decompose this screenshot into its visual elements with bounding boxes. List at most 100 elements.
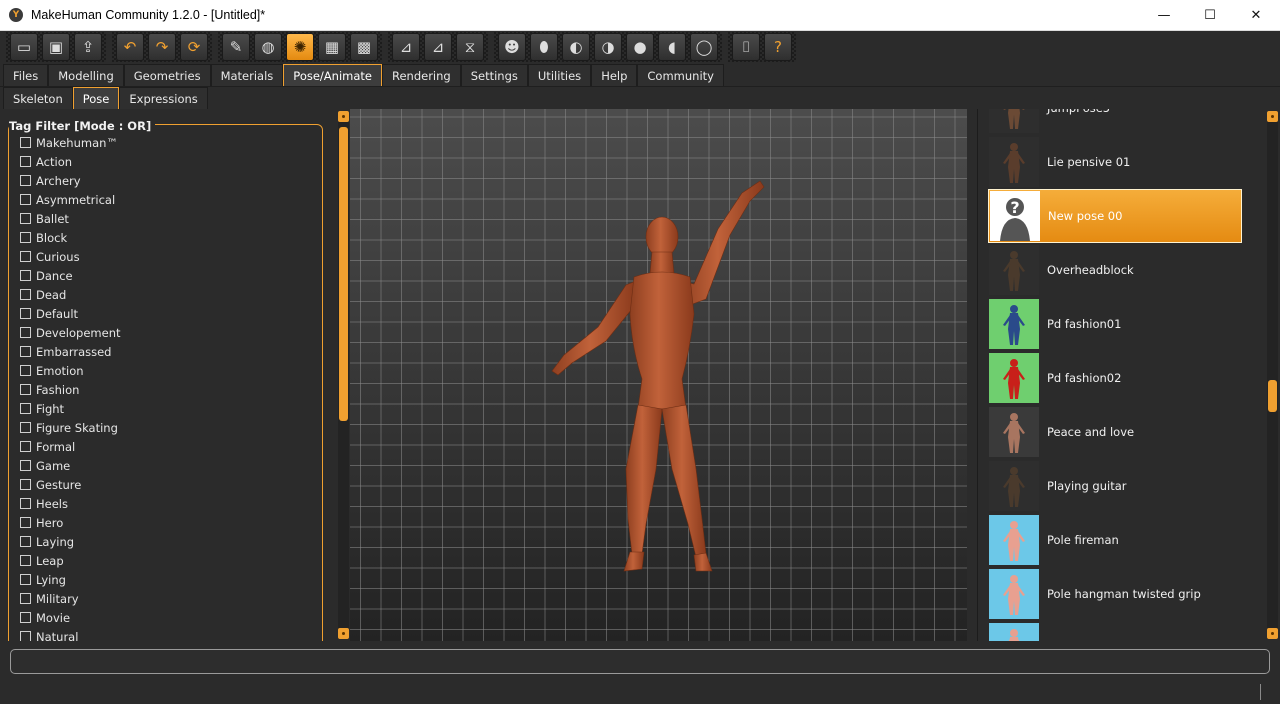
tag-checkbox-item[interactable]: Archery — [20, 171, 121, 190]
tag-checkbox-item[interactable]: Laying — [20, 532, 121, 551]
maximize-button[interactable]: ☐ — [1187, 0, 1233, 31]
tag-checkbox-item[interactable]: Leap — [20, 551, 121, 570]
wireframe-icon[interactable]: ◍ — [254, 33, 282, 61]
tab-utilities[interactable]: Utilities — [527, 64, 592, 86]
pose-item[interactable]: Pd fashion02 — [988, 351, 1242, 405]
scroll-down-arrow[interactable] — [338, 628, 349, 639]
tag-checkbox-item[interactable]: Ballet — [20, 209, 121, 228]
tag-checkbox-item[interactable]: Gesture — [20, 475, 121, 494]
left-view-icon[interactable]: ◐ — [562, 33, 590, 61]
tag-checkbox-item[interactable]: Developement — [20, 323, 121, 342]
checkbox[interactable] — [20, 403, 31, 414]
symmetry-left-icon[interactable]: ⊿ — [424, 33, 452, 61]
pose-item[interactable]: Peace and love — [988, 405, 1242, 459]
tab-modelling[interactable]: Modelling — [48, 64, 124, 86]
checkbox[interactable] — [20, 612, 31, 623]
checkbox[interactable] — [20, 213, 31, 224]
checkbox[interactable] — [20, 346, 31, 357]
symmetry-icon[interactable]: ⧖ — [456, 33, 484, 61]
tag-checkbox-item[interactable]: Formal — [20, 437, 121, 456]
tab-geometries[interactable]: Geometries — [123, 64, 211, 86]
checkbox[interactable] — [20, 270, 31, 281]
tag-checkbox-item[interactable]: Heels — [20, 494, 121, 513]
pose-item[interactable]: JumpPose5 — [988, 109, 1242, 135]
new-icon[interactable]: ▭ — [10, 33, 38, 61]
checkbox[interactable] — [20, 327, 31, 338]
tab-settings[interactable]: Settings — [460, 64, 528, 86]
checkbox[interactable] — [20, 574, 31, 585]
bottom-view-icon[interactable]: ◖ — [658, 33, 686, 61]
tag-checkbox-item[interactable]: Emotion — [20, 361, 121, 380]
background-icon[interactable]: ▩ — [350, 33, 378, 61]
right-scrollbar[interactable] — [1267, 111, 1278, 639]
top-view-icon[interactable]: ● — [626, 33, 654, 61]
checkbox[interactable] — [20, 156, 31, 167]
save-icon[interactable]: ▣ — [42, 33, 70, 61]
checkbox[interactable] — [20, 498, 31, 509]
tag-checkbox-item[interactable]: Action — [20, 152, 121, 171]
status-line[interactable] — [10, 649, 1270, 674]
checkbox[interactable] — [20, 536, 31, 547]
tag-checkbox-item[interactable]: Curious — [20, 247, 121, 266]
back-view-icon[interactable]: ⬮ — [530, 33, 558, 61]
tab-files[interactable]: Files — [3, 64, 49, 86]
tab-pose-animate[interactable]: Pose/Animate — [283, 64, 382, 86]
checkbox[interactable] — [20, 460, 31, 471]
checkbox[interactable] — [20, 631, 31, 641]
tag-checkbox-item[interactable]: Lying — [20, 570, 121, 589]
symmetry-right-icon[interactable]: ⊿ — [392, 33, 420, 61]
checkbox[interactable] — [20, 555, 31, 566]
checkbox[interactable] — [20, 365, 31, 376]
tab-skeleton[interactable]: Skeleton — [3, 87, 73, 109]
minimize-button[interactable]: — — [1141, 0, 1187, 31]
checkbox[interactable] — [20, 289, 31, 300]
checkbox[interactable] — [20, 194, 31, 205]
tab-community[interactable]: Community — [637, 64, 724, 86]
tag-checkbox-item[interactable]: Fashion — [20, 380, 121, 399]
left-scrollbar[interactable] — [338, 111, 349, 639]
tab-help[interactable]: Help — [591, 64, 638, 86]
tab-pose[interactable]: Pose — [72, 87, 120, 109]
scroll-thumb[interactable] — [339, 127, 348, 421]
export-icon[interactable]: ⇪ — [74, 33, 102, 61]
checkbox[interactable] — [20, 422, 31, 433]
scroll-down-arrow[interactable] — [1267, 628, 1278, 639]
tag-checkbox-item[interactable]: Dance — [20, 266, 121, 285]
tab-materials[interactable]: Materials — [210, 64, 284, 86]
checkbox[interactable] — [20, 593, 31, 604]
checkbox[interactable] — [20, 137, 31, 148]
tag-checkbox-item[interactable]: Dead — [20, 285, 121, 304]
3d-viewport[interactable] — [350, 109, 967, 641]
screenshot-icon[interactable]: ⌷ — [732, 33, 760, 61]
pose-item[interactable]: Pole hangman twisted grip — [988, 567, 1242, 621]
tag-checkbox-item[interactable]: Makehuman™ — [20, 133, 121, 152]
scroll-up-arrow[interactable] — [1267, 111, 1278, 122]
grid-icon[interactable]: ▦ — [318, 33, 346, 61]
tab-expressions[interactable]: Expressions — [119, 87, 208, 109]
pose-item[interactable] — [988, 621, 1242, 641]
scroll-up-arrow[interactable] — [338, 111, 349, 122]
tag-checkbox-item[interactable]: Hero — [20, 513, 121, 532]
pose-item[interactable]: Playing guitar — [988, 459, 1242, 513]
pose-item[interactable]: Lie pensive 01 — [988, 135, 1242, 189]
checkbox[interactable] — [20, 384, 31, 395]
pose-item[interactable]: ? New pose 00 — [988, 189, 1242, 243]
tag-checkbox-item[interactable]: Game — [20, 456, 121, 475]
scroll-thumb[interactable] — [1268, 380, 1277, 412]
help-icon[interactable]: ? — [764, 33, 792, 61]
human-model[interactable] — [350, 109, 967, 641]
tag-checkbox-item[interactable]: Military — [20, 589, 121, 608]
smooth-icon[interactable]: ✎ — [222, 33, 250, 61]
tag-checkbox-item[interactable]: Figure Skating — [20, 418, 121, 437]
tag-checkbox-item[interactable]: Default — [20, 304, 121, 323]
pose-icon[interactable]: ✺ — [286, 33, 314, 61]
checkbox[interactable] — [20, 479, 31, 490]
reset-icon[interactable]: ⟳ — [180, 33, 208, 61]
tag-checkbox-item[interactable]: Embarrassed — [20, 342, 121, 361]
tab-rendering[interactable]: Rendering — [381, 64, 461, 86]
pose-item[interactable]: Pd fashion01 — [988, 297, 1242, 351]
checkbox[interactable] — [20, 517, 31, 528]
front-view-icon[interactable]: ☻ — [498, 33, 526, 61]
undo-icon[interactable]: ↶ — [116, 33, 144, 61]
reset-camera-icon[interactable]: ◯ — [690, 33, 718, 61]
